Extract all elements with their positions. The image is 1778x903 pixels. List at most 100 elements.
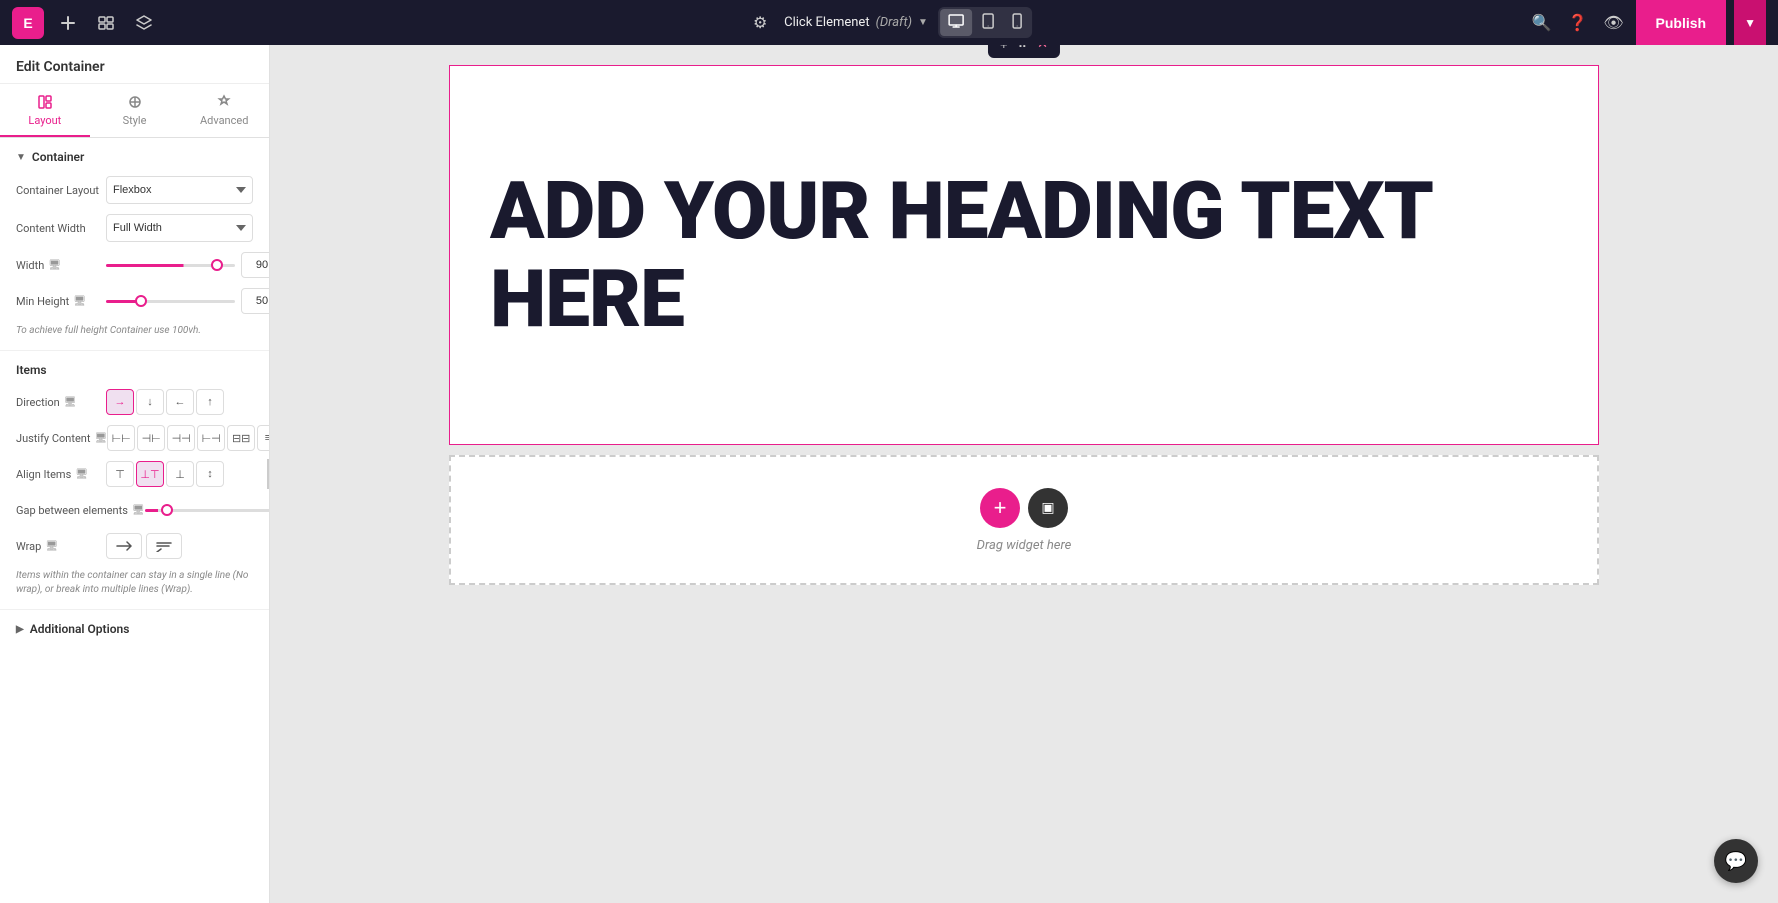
content-width-select[interactable]: Full Width Boxed (106, 214, 253, 242)
preview-button[interactable]: 👁 (1600, 9, 1628, 37)
align-monitor-icon: 🖥 (75, 469, 88, 480)
no-wrap-button[interactable] (106, 533, 142, 559)
add-widget-button[interactable]: + (980, 488, 1020, 528)
gap-monitor-icon: 🖥 (132, 505, 145, 516)
canvas: + ⠿ ✕ ADD YOUR HEADING TEXT HERE + ▣ Dra… (270, 45, 1778, 903)
gap-slider-row: pxem% (145, 497, 270, 523)
width-label: Width 🖥 (16, 259, 106, 272)
align-center-button[interactable]: ⊥⊤ (136, 461, 164, 487)
width-input[interactable] (241, 252, 270, 278)
direction-label: Direction 🖥 (16, 396, 106, 409)
tab-advanced[interactable]: Advanced (179, 84, 269, 137)
direction-right-button[interactable]: → (106, 389, 134, 415)
device-switcher (938, 7, 1032, 38)
container-section: ▼ Container Container Layout Flexbox Gri… (0, 138, 269, 351)
tab-style-label: Style (123, 114, 147, 127)
items-section-title: Items (16, 363, 253, 377)
topbar-center: ⚙ Click Elemenet (Draft) ▼ (746, 7, 1032, 38)
heading-container-inner: ADD YOUR HEADING TEXT HERE (450, 127, 1598, 383)
tab-advanced-label: Advanced (200, 114, 248, 127)
chevron-right-icon: ▶ (16, 624, 24, 635)
min-height-input[interactable] (241, 288, 270, 314)
direction-monitor-icon: 🖥 (64, 397, 77, 408)
topbar-right: 🔍 ❓ 👁 Publish ▼ (1528, 0, 1766, 45)
tab-layout[interactable]: Layout (0, 84, 90, 137)
doc-name: Click Elemenet (784, 15, 869, 30)
chevron-down-icon: ▼ (918, 17, 928, 28)
direction-buttons: → ↓ ← ↑ (106, 389, 253, 415)
tab-style[interactable]: Style (90, 84, 180, 137)
justify-center-button[interactable]: ⊣⊢ (137, 425, 165, 451)
justify-content-buttons: ⊢⊢ ⊣⊢ ⊣⊣ ⊢⊣ ⊟⊟ ≡≡ (107, 425, 270, 451)
min-height-slider[interactable] (106, 300, 235, 303)
min-height-slider-container: vhpx% (106, 288, 270, 314)
full-height-hint: To achieve full height Container use 100… (16, 324, 253, 338)
doc-status: (Draft) (876, 15, 912, 30)
align-start-button[interactable]: ⊤ (106, 461, 134, 487)
logo-button[interactable]: E (12, 7, 44, 39)
publish-button[interactable]: Publish (1636, 0, 1727, 45)
width-slider-container: %pxvw (106, 252, 270, 278)
min-height-row: Min Height 🖥 vhpx% (16, 288, 253, 314)
help-button[interactable]: ❓ (1564, 9, 1592, 37)
justify-space-evenly-button[interactable]: ≡≡ (257, 425, 270, 451)
container-section-title[interactable]: ▼ Container (16, 150, 253, 164)
gap-slider-container: pxem% (145, 497, 270, 523)
wrap-buttons (106, 533, 182, 559)
empty-container-buttons: + ▣ (980, 488, 1068, 528)
direction-row: Direction 🖥 → ↓ ← ↑ (16, 389, 253, 415)
justify-monitor-icon: 🖥 (94, 433, 107, 444)
desktop-view-button[interactable] (940, 9, 972, 36)
container-layout-select[interactable]: Flexbox Grid (106, 176, 253, 204)
navigator-button[interactable] (92, 9, 120, 37)
container-add-button[interactable]: + (996, 45, 1012, 54)
heading-text[interactable]: ADD YOUR HEADING TEXT HERE (490, 167, 1558, 343)
chevron-down-icon: ▼ (16, 152, 26, 163)
width-slider[interactable] (106, 264, 235, 267)
items-label: Items (16, 363, 47, 377)
sidebar-title: Edit Container (0, 45, 269, 84)
heading-container-block[interactable]: + ⠿ ✕ ADD YOUR HEADING TEXT HERE (449, 65, 1599, 445)
additional-options-title[interactable]: ▶ Additional Options (16, 622, 253, 636)
sidebar: Edit Container Layout Style Advanced ▼ C… (0, 45, 270, 903)
panel-tabs: Layout Style Advanced (0, 84, 269, 138)
gap-label: Gap between elements 🖥 (16, 504, 145, 517)
justify-content-label: Justify Content 🖥 (16, 432, 107, 445)
chat-fab-button[interactable]: 💬 (1714, 839, 1758, 883)
additional-options-label: Additional Options (30, 622, 130, 636)
container-layout-label: Container Layout (16, 184, 106, 197)
direction-left-button[interactable]: ← (166, 389, 194, 415)
min-height-slider-row: vhpx% (106, 288, 270, 314)
template-library-button[interactable]: ▣ (1028, 488, 1068, 528)
justify-space-around-button[interactable]: ⊟⊟ (227, 425, 255, 451)
content-width-label: Content Width (16, 222, 106, 235)
align-stretch-button[interactable]: ↕ (196, 461, 224, 487)
width-slider-row: %pxvw (106, 252, 270, 278)
justify-end-button[interactable]: ⊣⊣ (167, 425, 195, 451)
wrap-button[interactable] (146, 533, 182, 559)
mobile-view-button[interactable] (1004, 9, 1030, 36)
add-element-button[interactable] (54, 9, 82, 37)
container-drag-handle[interactable]: ⠿ (1014, 45, 1032, 54)
justify-start-button[interactable]: ⊢⊢ (107, 425, 135, 451)
align-end-button[interactable]: ⊥ (166, 461, 194, 487)
align-items-label: Align Items 🖥 (16, 468, 106, 481)
topbar: E ⚙ Click Elemenet (Draft) ▼ (0, 0, 1778, 45)
wrap-monitor-icon: 🖥 (45, 541, 58, 552)
wrap-row: Wrap 🖥 (16, 533, 253, 559)
gap-slider[interactable] (145, 509, 270, 512)
tablet-view-button[interactable] (974, 9, 1002, 36)
container-close-button[interactable]: ✕ (1033, 45, 1052, 54)
container-layout-row: Container Layout Flexbox Grid (16, 176, 253, 204)
search-button[interactable]: 🔍 (1528, 9, 1556, 37)
doc-title[interactable]: Click Elemenet (Draft) ▼ (784, 15, 928, 30)
container-toolbar: + ⠿ ✕ (988, 45, 1060, 58)
layers-button[interactable] (130, 9, 158, 37)
justify-space-between-button[interactable]: ⊢⊣ (197, 425, 225, 451)
drag-widget-text: Drag widget here (977, 538, 1072, 553)
page-settings-button[interactable]: ⚙ (746, 9, 774, 37)
direction-down-button[interactable]: ↓ (136, 389, 164, 415)
direction-up-button[interactable]: ↑ (196, 389, 224, 415)
align-items-buttons: ⊤ ⊥⊤ ⊥ ↕ (106, 461, 253, 487)
publish-dropdown-button[interactable]: ▼ (1734, 0, 1766, 45)
